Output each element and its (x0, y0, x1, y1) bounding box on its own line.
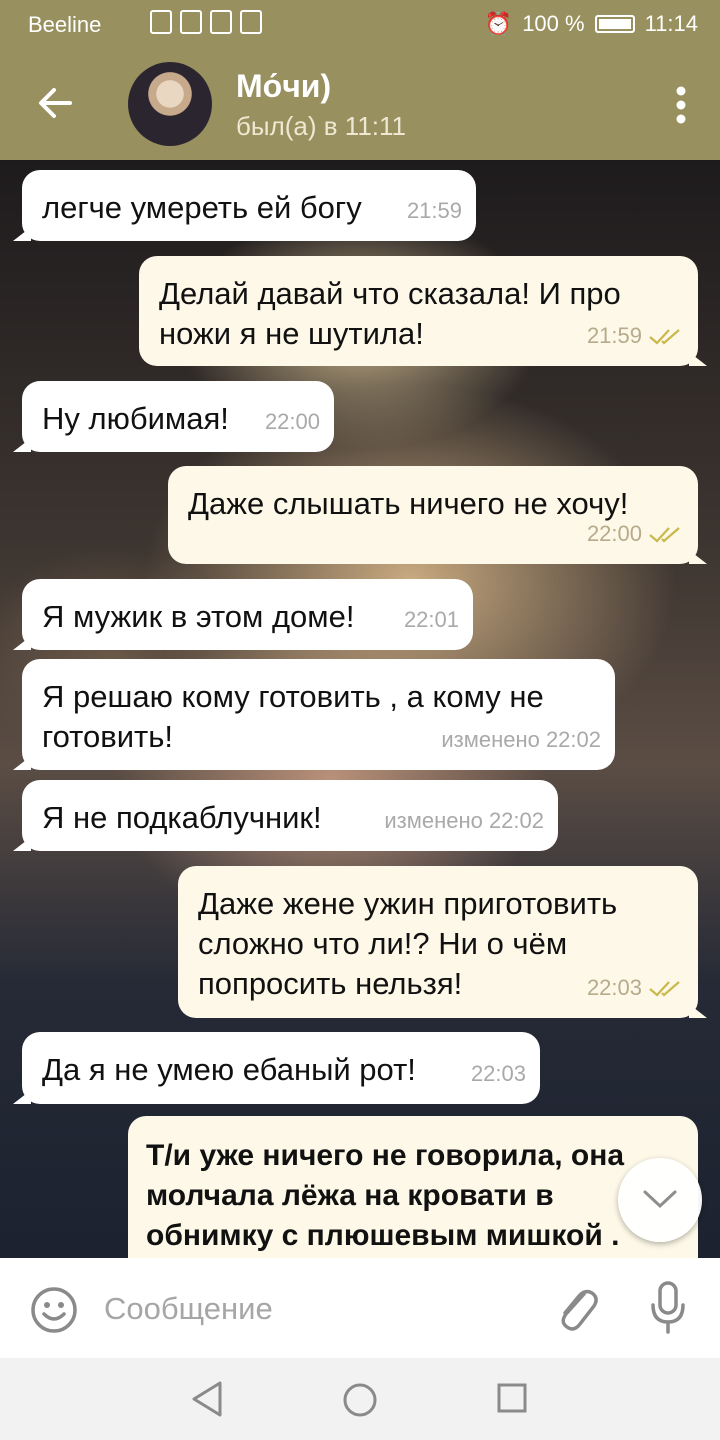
message-bubble[interactable]: Делай давай что сказала! И про ножи я не… (139, 256, 707, 366)
message-bubble[interactable]: Даже жене ужин приготовить сложно что ли… (178, 866, 707, 1018)
back-arrow-icon[interactable] (30, 78, 80, 128)
scroll-to-bottom-button[interactable] (618, 1158, 702, 1242)
image-notification-icon (210, 10, 232, 34)
message-bubble[interactable]: Ну любимая! 22:00 (13, 381, 334, 452)
message-bubble[interactable]: Даже слышать ничего не хочу! 22:00 (168, 466, 707, 564)
message-text: Я мужик в этом доме! (42, 599, 355, 634)
message-time: 22:00 (264, 409, 320, 434)
message-bubble[interactable]: Да я не умею ебаный рот! 22:03 (13, 1032, 540, 1104)
notification-icons (150, 10, 262, 34)
avatar[interactable] (128, 62, 212, 146)
message-time: 22:03 (470, 1061, 526, 1086)
mic-icon[interactable] (648, 1280, 688, 1336)
clock: 11:14 (644, 11, 698, 36)
message-time: 22:00 (587, 514, 682, 554)
double-check-icon (649, 981, 680, 997)
message-time: изменено 22:02 (441, 727, 601, 752)
message-time: изменено 22:02 (384, 808, 544, 833)
double-check-icon (649, 527, 680, 543)
message-bubble[interactable]: Т/и уже ничего не говорила, она молчала … (128, 1116, 698, 1258)
contact-name[interactable]: Мо́чи) (236, 68, 331, 105)
search-notification-icon (180, 10, 202, 34)
status-bar: Beeline ⏰ 100 % 11:14 (0, 0, 720, 48)
emoji-icon[interactable] (30, 1286, 78, 1334)
double-check-icon (649, 329, 680, 345)
battery-icon (594, 15, 635, 33)
more-vert-icon[interactable] (676, 86, 686, 124)
message-time: 22:01 (403, 607, 459, 632)
message-time: 22:03 (587, 968, 682, 1008)
nav-back-icon[interactable] (190, 1380, 224, 1418)
chat-area[interactable]: легче умереть ей богу 21:59 Делай давай … (0, 160, 720, 1258)
carrier-label: Beeline (28, 12, 102, 37)
signal-icon (150, 10, 172, 34)
message-input[interactable] (104, 1282, 524, 1336)
message-time: 21:59 (406, 198, 462, 223)
chevron-down-icon (643, 1190, 677, 1209)
chat-header: Мо́чи) был(а) в 11:11 (0, 48, 720, 160)
message-bubble[interactable]: легче умереть ей богу 21:59 (13, 170, 476, 241)
nav-recent-icon[interactable] (496, 1382, 528, 1414)
message-text: Да я не умею ебаный рот! (42, 1052, 416, 1087)
umbrella-notification-icon (240, 10, 262, 34)
attach-icon[interactable] (554, 1282, 600, 1334)
message-bubble[interactable]: Я не подкаблучник! изменено 22:02 (13, 780, 558, 851)
message-time: 21:59 (587, 316, 682, 356)
contact-last-seen: был(а) в 11:11 (236, 111, 406, 141)
alarm-icon: ⏰ (484, 11, 513, 36)
message-text: Т/и уже ничего не говорила, она молчала … (146, 1139, 625, 1252)
nav-home-icon[interactable] (342, 1382, 378, 1418)
message-bubble[interactable]: Я мужик в этом доме! 22:01 (13, 579, 473, 650)
message-composer (0, 1258, 720, 1358)
battery-percent: 100 % (522, 11, 585, 36)
message-bubble[interactable]: Я решаю кому готовить , а кому не готови… (13, 659, 615, 770)
system-nav-bar (0, 1358, 720, 1440)
message-text: легче умереть ей богу (42, 190, 362, 225)
